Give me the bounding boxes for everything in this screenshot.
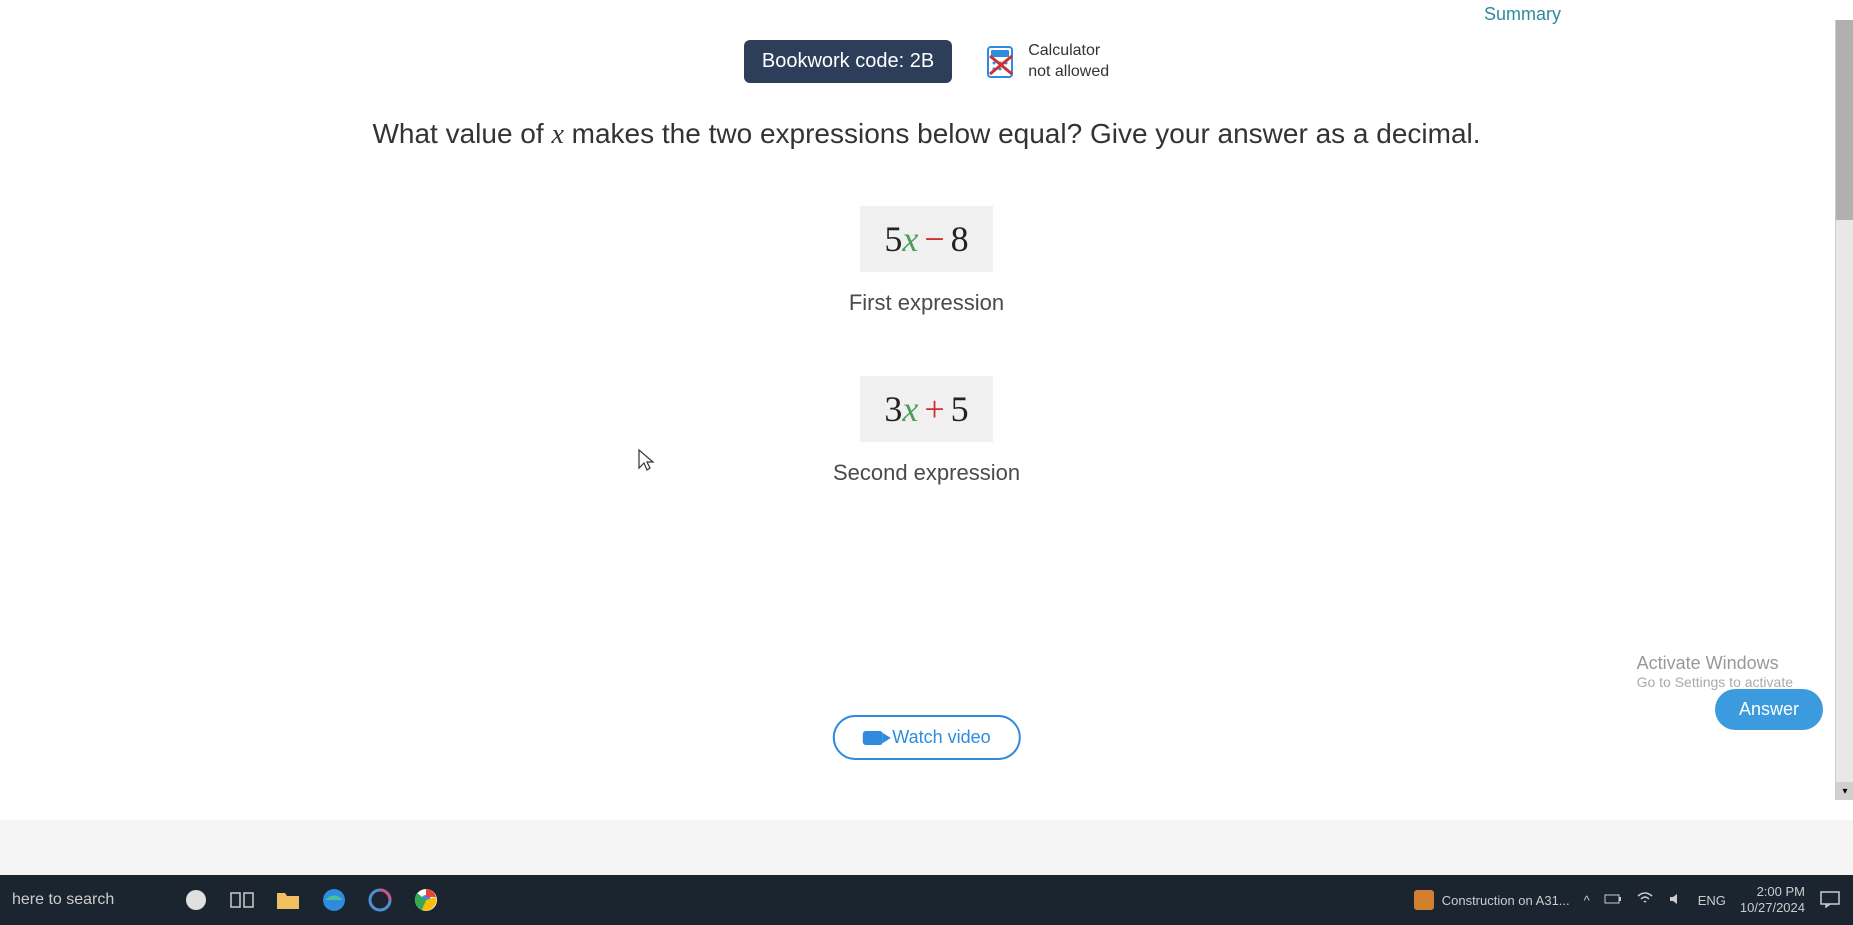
activate-subtitle: Go to Settings to activate [1637, 674, 1793, 690]
watch-video-label: Watch video [892, 727, 990, 748]
question-text: What value of x makes the two expression… [327, 113, 1527, 156]
wifi-icon[interactable] [1636, 892, 1654, 909]
watch-video-button[interactable]: Watch video [832, 715, 1020, 760]
notifications-icon[interactable] [1819, 890, 1841, 911]
calculator-status: Calculator not allowed [982, 41, 1109, 83]
question-variable: x [551, 119, 563, 150]
first-expression-formula: 5x−8 [860, 206, 992, 272]
taskbar-left: here to search [12, 886, 440, 914]
taskbar-date: 10/27/2024 [1740, 900, 1805, 916]
question-pre: What value of [372, 118, 551, 149]
video-icon [862, 731, 882, 745]
construction-icon [1414, 890, 1434, 910]
question-post: makes the two expressions below equal? G… [564, 118, 1481, 149]
operator: + [924, 389, 944, 429]
taskbar-clock[interactable]: 2:00 PM 10/27/2024 [1740, 884, 1805, 915]
variable-x: x [902, 219, 918, 259]
news-widget[interactable]: Construction on A31... [1414, 890, 1570, 910]
tray-chevron-up-icon[interactable]: ^ [1584, 893, 1590, 908]
activate-windows-watermark: Activate Windows Go to Settings to activ… [1637, 653, 1793, 690]
battery-icon[interactable] [1604, 893, 1622, 908]
vertical-scrollbar[interactable]: ▾ [1835, 20, 1853, 800]
operator: − [924, 219, 944, 259]
taskbar-app-icons [182, 886, 440, 914]
calculator-line2: not allowed [1028, 62, 1109, 83]
bookwork-badge: Bookwork code: 2B [744, 40, 952, 83]
scrollbar-thumb[interactable] [1836, 20, 1853, 220]
weather-icon[interactable] [182, 886, 210, 914]
taskbar-search-input[interactable]: here to search [12, 891, 114, 909]
summary-link[interactable]: Summary [1472, 0, 1573, 29]
coef: 5 [884, 219, 902, 259]
main-content: Summary Bookwork code: 2B C [0, 0, 1853, 820]
language-indicator[interactable]: ENG [1698, 893, 1726, 908]
edge-browser-icon[interactable] [320, 886, 348, 914]
calculator-not-allowed-icon [982, 44, 1018, 80]
constant: 8 [951, 219, 969, 259]
scrollbar-down-arrow-icon[interactable]: ▾ [1836, 782, 1853, 800]
second-expression-label: Second expression [833, 460, 1020, 486]
app-icon[interactable] [366, 886, 394, 914]
first-expression-block: 5x−8 First expression [849, 206, 1004, 316]
constant: 5 [951, 389, 969, 429]
coef: 3 [884, 389, 902, 429]
second-expression-formula: 3x+5 [860, 376, 992, 442]
variable-x: x [902, 389, 918, 429]
volume-icon[interactable] [1668, 892, 1684, 909]
top-nav: Summary [1472, 0, 1573, 29]
calculator-line1: Calculator [1028, 41, 1109, 62]
expressions-container: 5x−8 First expression 3x+5 Second expres… [0, 206, 1853, 486]
first-expression-label: First expression [849, 290, 1004, 316]
calculator-status-text: Calculator not allowed [1028, 41, 1109, 83]
header-row: Bookwork code: 2B Calculator n [0, 40, 1853, 83]
taskbar-time: 2:00 PM [1740, 884, 1805, 900]
windows-taskbar: here to search Construction [0, 875, 1853, 925]
answer-button[interactable]: Answer [1715, 689, 1823, 730]
task-view-icon[interactable] [228, 886, 256, 914]
second-expression-block: 3x+5 Second expression [833, 376, 1020, 486]
chrome-icon[interactable] [412, 886, 440, 914]
activate-title: Activate Windows [1637, 653, 1793, 674]
taskbar-right: Construction on A31... ^ ENG 2:00 PM 10/… [1414, 884, 1841, 915]
news-text: Construction on A31... [1442, 893, 1570, 908]
file-explorer-icon[interactable] [274, 886, 302, 914]
